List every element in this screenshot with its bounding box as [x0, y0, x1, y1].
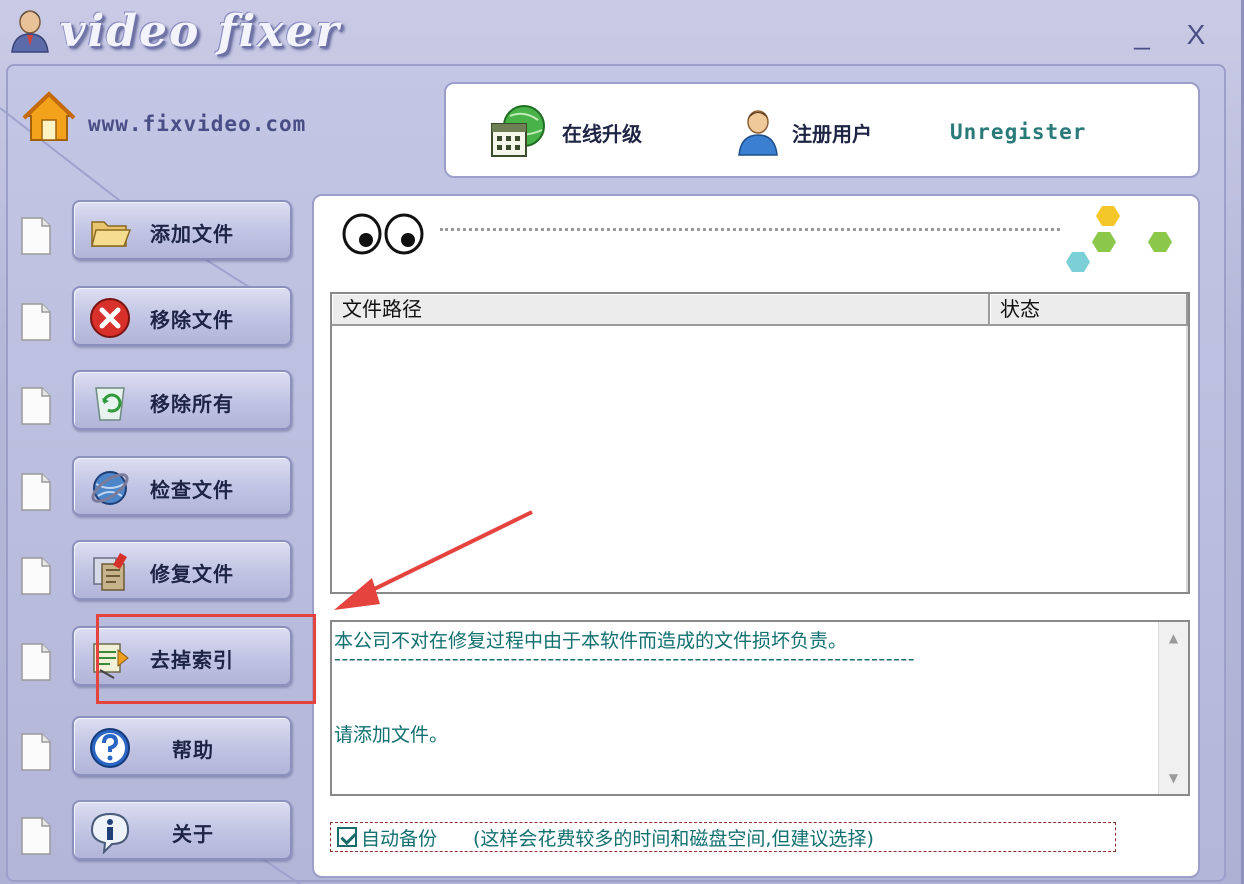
globe-check-icon [91, 471, 129, 505]
repair-file-button[interactable]: 修复文件 [72, 540, 292, 600]
check-file-label: 检查文件 [150, 478, 234, 502]
column-header-status[interactable]: 状态 [990, 294, 1188, 326]
dotted-divider [440, 228, 1060, 231]
site-url[interactable]: www.fixvideo.com [88, 112, 306, 136]
document-icon [21, 217, 51, 255]
online-upgrade-button[interactable]: 在线升级 [488, 100, 642, 164]
document-icon [21, 303, 51, 341]
user-icon [738, 110, 778, 156]
log-scrollbar[interactable]: ▲ ▼ [1158, 622, 1188, 794]
auto-backup-label[interactable]: 自动备份 [361, 824, 437, 851]
register-user-label: 注册用户 [792, 121, 872, 146]
check-file-button[interactable]: 检查文件 [72, 456, 292, 516]
repair-file-label: 修复文件 [150, 562, 234, 586]
auto-backup-row: 自动备份 (这样会花费较多的时间和磁盘空间,但建议选择) [330, 822, 1116, 852]
remove-file-label: 移除文件 [150, 308, 234, 332]
close-button[interactable]: X [1178, 18, 1214, 52]
repair-files-icon [93, 552, 127, 591]
file-list-table[interactable]: 文件路径 状态 [330, 292, 1190, 594]
document-icon [21, 643, 51, 681]
app-window: video fixer _ X www.fixvideo.com 在线升级 注册… [0, 0, 1244, 884]
recycle-bin-icon [95, 387, 125, 421]
online-upgrade-label: 在线升级 [562, 121, 642, 146]
document-icon [21, 817, 51, 855]
folder-open-icon [91, 221, 132, 247]
scroll-up-icon[interactable]: ▲ [1159, 624, 1188, 652]
hexagons-decoration-icon [1066, 206, 1172, 272]
scroll-down-icon[interactable]: ▼ [1159, 764, 1188, 792]
sidebar-row-remove-all: 移除所有 [20, 370, 300, 432]
eyes-icon [342, 213, 424, 255]
help-button[interactable]: 帮助 [72, 716, 292, 776]
sidebar-row-about: 关于 [20, 800, 300, 862]
help-icon [90, 728, 130, 768]
document-icon [21, 387, 51, 425]
sidebar-row-check-file: 检查文件 [20, 456, 300, 518]
log-prompt-text: 请添加文件。 [334, 724, 449, 746]
home-icon [22, 91, 76, 141]
red-x-icon [90, 298, 130, 338]
column-header-file-path[interactable]: 文件路径 [332, 294, 990, 326]
user-avatar-icon [11, 10, 49, 53]
minimize-button[interactable]: _ [1124, 18, 1160, 52]
remove-all-button[interactable]: 移除所有 [72, 370, 292, 430]
registration-status: Unregister [950, 120, 1087, 144]
table-header: 文件路径 状态 [332, 294, 1188, 326]
sidebar-row-add-file: 添加文件 [20, 200, 300, 262]
help-label: 帮助 [172, 738, 214, 762]
sidebar-row-remove-file: 移除文件 [20, 286, 300, 348]
main-panel: 文件路径 状态 本公司不对在修复过程中由于本软件而造成的文件损坏负责。 ----… [312, 194, 1200, 878]
document-icon [21, 557, 51, 595]
sidebar-row-repair-file: 修复文件 [20, 540, 300, 602]
document-icon [21, 473, 51, 511]
add-file-button[interactable]: 添加文件 [72, 200, 292, 260]
remove-file-button[interactable]: 移除文件 [72, 286, 292, 346]
top-panel: 在线升级 注册用户 Unregister [444, 82, 1200, 178]
calendar-globe-icon [491, 105, 545, 157]
about-label: 关于 [172, 822, 214, 846]
remove-all-label: 移除所有 [150, 392, 234, 416]
register-user-button[interactable]: 注册用户 [736, 100, 872, 164]
sidebar-row-help: 帮助 [20, 716, 300, 778]
annotation-highlight-box [96, 614, 316, 704]
auto-backup-note: (这样会花费较多的时间和磁盘空间,但建议选择) [473, 827, 874, 850]
log-separator: ----------------------------------------… [334, 648, 916, 670]
auto-backup-checkbox[interactable] [337, 827, 357, 847]
title-bar[interactable]: video fixer _ X [0, 0, 1244, 66]
table-edge [1186, 326, 1188, 592]
document-icon [21, 733, 51, 771]
app-title: video fixer [60, 6, 341, 57]
log-output[interactable]: 本公司不对在修复过程中由于本软件而造成的文件损坏负责。 ------------… [330, 620, 1190, 796]
add-file-label: 添加文件 [150, 222, 234, 246]
about-button[interactable]: 关于 [72, 800, 292, 860]
info-icon [90, 812, 130, 854]
